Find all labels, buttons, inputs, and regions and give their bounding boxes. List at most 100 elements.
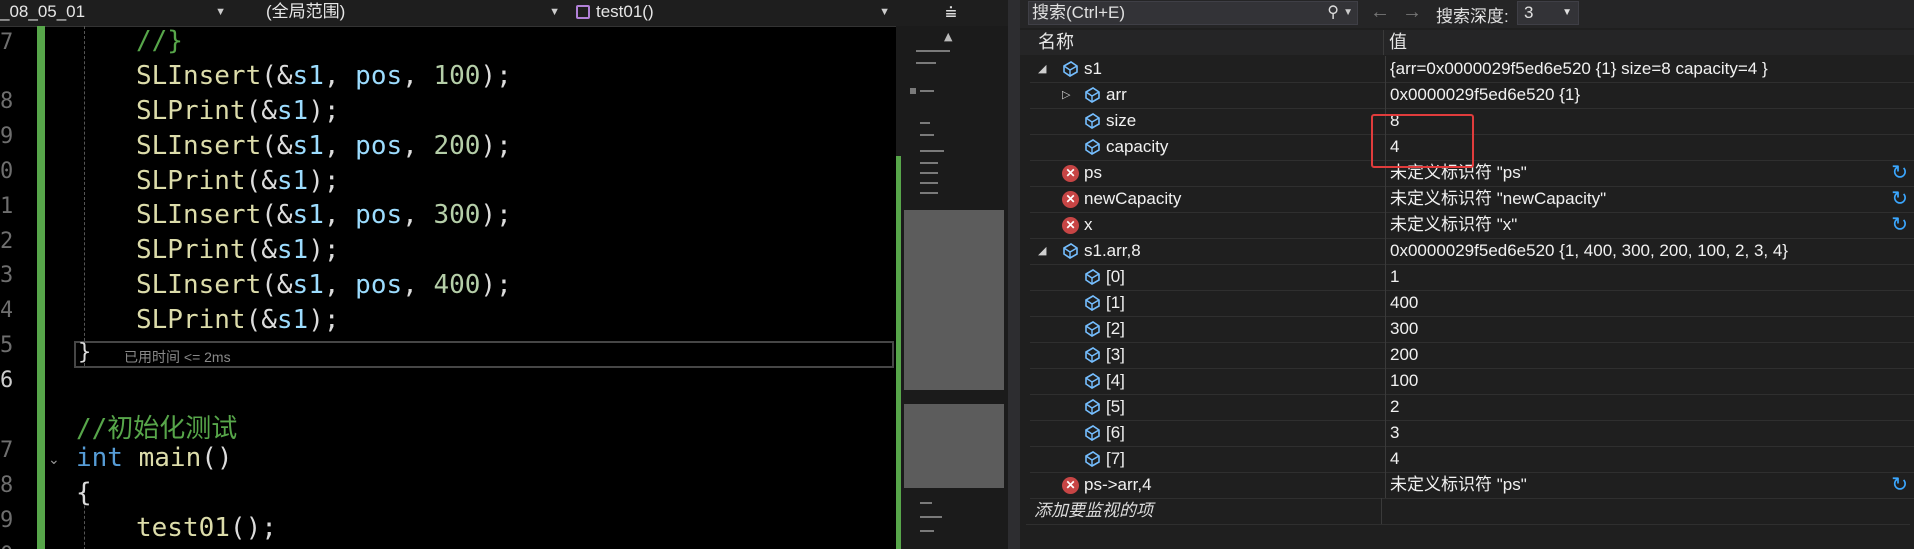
watch-name: ps — [1084, 163, 1102, 182]
variable-icon — [1085, 347, 1100, 363]
variable-icon — [1063, 61, 1078, 77]
fold-toggle-icon[interactable]: ⌄ — [48, 452, 60, 468]
watch-name: s1 — [1084, 59, 1102, 78]
chevron-down-icon: ▼ — [879, 6, 890, 18]
split-editor-icon[interactable]: ⩧ — [896, 0, 1006, 26]
refresh-icon[interactable]: ↻ — [1891, 213, 1908, 237]
code-line: SLPrint(&s1); — [136, 305, 340, 335]
watch-name: x — [1084, 215, 1093, 234]
watch-name: [7] — [1106, 449, 1125, 468]
watch-row[interactable]: [6] 3 — [1030, 420, 1914, 447]
watch-row[interactable]: [7] 4 — [1030, 446, 1914, 473]
minimap[interactable] — [896, 26, 1008, 549]
refresh-icon[interactable]: ↻ — [1891, 187, 1908, 211]
watch-row[interactable]: ✕ ps->arr,4 未定义标识符 "ps" ↻ — [1030, 472, 1914, 499]
watch-row[interactable]: [5] 2 — [1030, 394, 1914, 421]
minimap-line — [920, 502, 932, 504]
watch-value: 1 — [1390, 267, 1400, 286]
file-dropdown[interactable]: _08_05_01 ▼ — [0, 0, 232, 26]
back-arrow-icon[interactable]: ← — [1370, 1, 1390, 24]
forward-arrow-icon[interactable]: → — [1402, 1, 1422, 24]
watch-row[interactable]: [4] 100 — [1030, 368, 1914, 395]
watch-row[interactable]: [2] 300 — [1030, 316, 1914, 343]
minimap-viewport[interactable] — [904, 210, 1004, 390]
watch-name-cell: [2] — [1030, 316, 1386, 342]
column-header-name[interactable]: 名称 — [1020, 30, 1384, 55]
watch-name-cell: ▷ arr — [1030, 82, 1386, 108]
refresh-icon[interactable]: ↻ — [1891, 473, 1908, 497]
line-number: 1 — [0, 194, 12, 219]
watch-value: 3 — [1390, 423, 1400, 442]
search-icon[interactable]: ⚲ — [1327, 2, 1339, 24]
watch-value: 200 — [1390, 345, 1419, 364]
watch-name: [0] — [1106, 267, 1125, 286]
refresh-icon[interactable]: ↻ — [1891, 161, 1908, 185]
watch-name-cell: ◢ s1 — [1030, 56, 1386, 82]
panel-splitter[interactable] — [1008, 0, 1020, 549]
minimap-line — [920, 90, 934, 92]
watch-value: 400 — [1390, 293, 1419, 312]
watch-name: size — [1106, 111, 1137, 130]
watch-value: 未定义标识符 "x" — [1390, 215, 1518, 234]
code-line: } — [78, 340, 92, 365]
watch-row[interactable]: [3] 200 — [1030, 342, 1914, 369]
perf-tip: 已用时间 <= 2ms — [124, 349, 231, 365]
watch-row[interactable]: ◢ s1 {arr=0x0000029f5ed6e520 {1} size=8 … — [1030, 56, 1914, 83]
watch-name-cell: [3] — [1030, 342, 1386, 368]
chevron-down-icon: ▼ — [1562, 7, 1572, 18]
search-depth-value: 3 — [1524, 3, 1534, 22]
scope-dropdown[interactable]: (全局范围) ▼ — [236, 0, 566, 26]
watch-name: arr — [1106, 85, 1127, 104]
minimap-change-bar — [896, 156, 901, 549]
variable-icon — [1085, 87, 1100, 103]
search-placeholder: 搜索(Ctrl+E) — [1032, 3, 1126, 22]
line-number: 5 — [0, 333, 12, 358]
watch-name-cell: [1] — [1030, 290, 1386, 316]
line-number: 2 — [0, 229, 12, 254]
code-line: int main() — [76, 443, 233, 473]
line-number: 3 — [0, 263, 12, 288]
method-icon — [576, 5, 590, 19]
expand-icon[interactable]: ▷ — [1062, 82, 1070, 108]
watch-row[interactable]: ◢ s1.arr,8 0x0000029f5ed6e520 {1, 400, 3… — [1030, 238, 1914, 265]
watch-panel: 搜索(Ctrl+E) ⚲ ▼ ← → 搜索深度: 3 ▼ 名称 值 ◢ s1 {… — [1020, 0, 1914, 549]
watch-value — [1382, 498, 1910, 524]
watch-name: [2] — [1106, 319, 1125, 338]
code-line: //} — [136, 26, 183, 56]
error-icon: ✕ — [1062, 477, 1079, 494]
collapse-icon[interactable]: ◢ — [1038, 238, 1046, 264]
minimap-line — [916, 50, 950, 52]
watch-name-cell: [5] — [1030, 394, 1386, 420]
watch-row[interactable]: ✕ newCapacity 未定义标识符 "newCapacity" ↻ — [1030, 186, 1914, 213]
column-header-value[interactable]: 值 — [1385, 30, 1914, 55]
search-input[interactable]: 搜索(Ctrl+E) ⚲ ▼ — [1028, 1, 1358, 25]
variable-icon — [1085, 139, 1100, 155]
watch-toolbar: 搜索(Ctrl+E) ⚲ ▼ ← → 搜索深度: 3 ▼ — [1020, 0, 1914, 28]
watch-name: ps->arr,4 — [1084, 475, 1152, 494]
function-dropdown[interactable]: test01() ▼ — [570, 0, 896, 26]
watch-name-cell: ✕ x — [1030, 212, 1386, 238]
watch-value: {arr=0x0000029f5ed6e520 {1} size=8 capac… — [1390, 59, 1768, 78]
watch-name-cell: ✕ ps — [1030, 160, 1386, 186]
add-watch-row[interactable]: 添加要监视的项 — [1026, 498, 1910, 525]
collapse-icon[interactable]: ◢ — [1038, 56, 1046, 82]
watch-name-cell: ◢ s1.arr,8 — [1030, 238, 1386, 264]
line-number: 0 — [0, 159, 12, 184]
add-watch-input[interactable]: 添加要监视的项 — [1026, 498, 1382, 524]
function-dropdown-label: test01() — [596, 2, 654, 21]
chevron-down-icon[interactable]: ▼ — [1343, 2, 1353, 24]
watch-row[interactable]: [0] 1 — [1030, 264, 1914, 291]
minimap-line — [910, 88, 916, 94]
watch-row[interactable]: [1] 400 — [1030, 290, 1914, 317]
scroll-up-arrow-icon[interactable]: ▲ — [944, 30, 952, 43]
code-editor[interactable]: _08_05_01 ▼ (全局范围) ▼ test01() ▼ ⩧ 7 8 9 … — [0, 0, 1016, 549]
watch-row[interactable]: ✕ x 未定义标识符 "x" ↻ — [1030, 212, 1914, 239]
highlight-annotation-box — [1371, 114, 1474, 168]
variable-icon — [1085, 269, 1100, 285]
watch-row[interactable]: ▷ arr 0x0000029f5ed6e520 {1} — [1030, 82, 1914, 109]
search-depth-select[interactable]: 3 ▼ — [1517, 1, 1579, 25]
code-line: test01(); — [136, 513, 277, 543]
line-number: 7 — [0, 438, 12, 463]
watch-name: [3] — [1106, 345, 1125, 364]
minimap-region — [904, 404, 1004, 488]
